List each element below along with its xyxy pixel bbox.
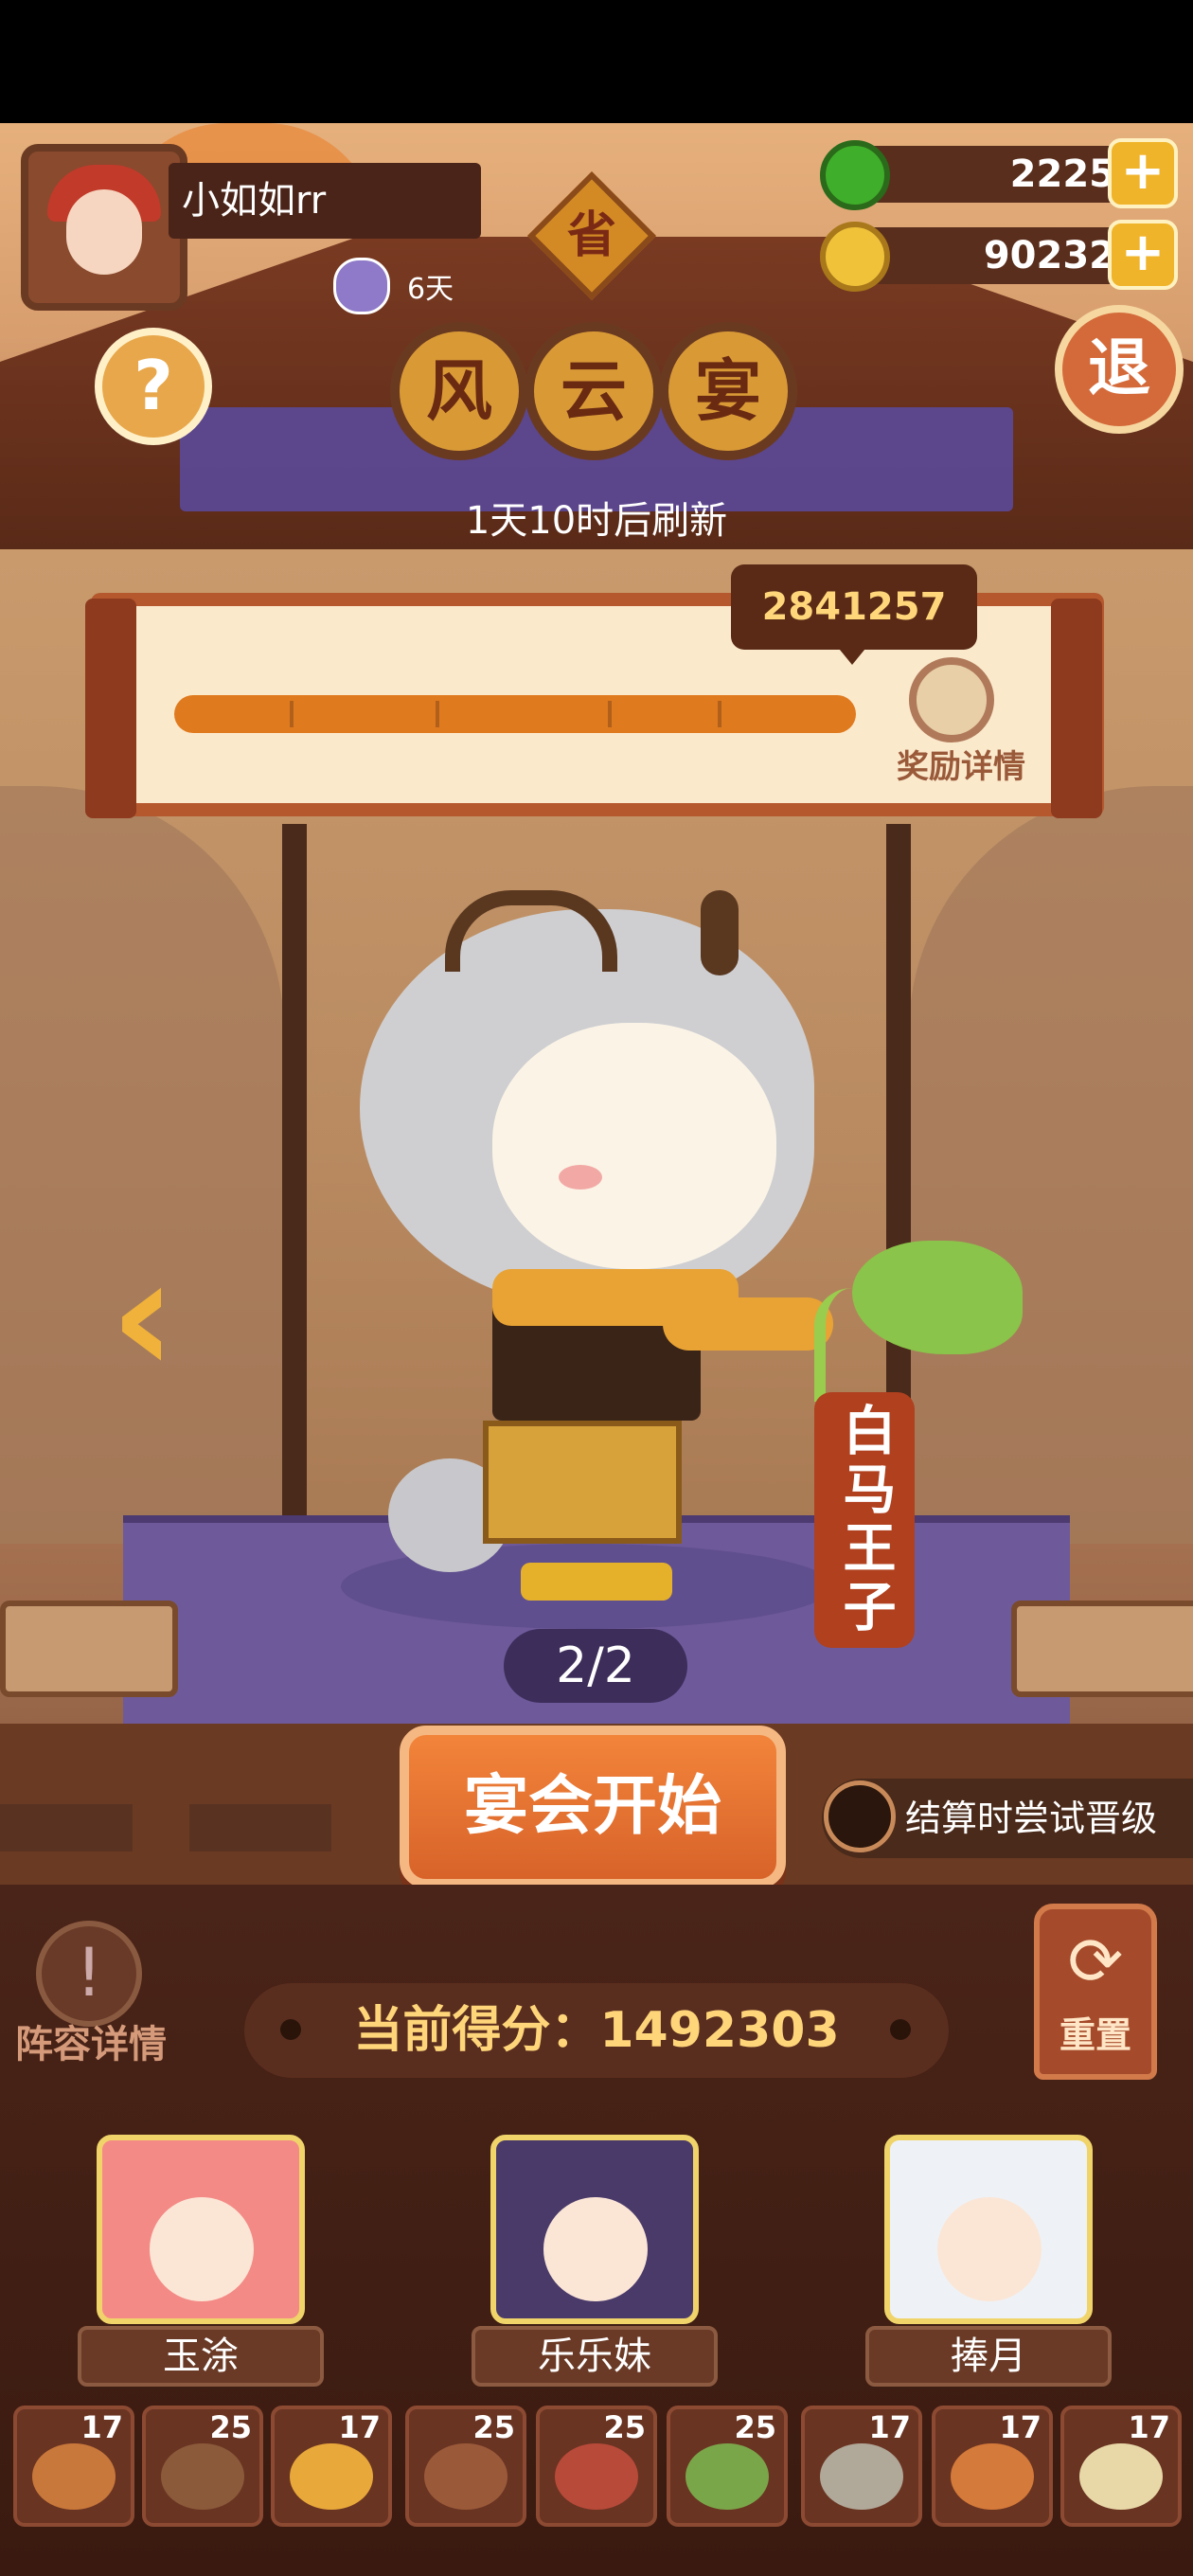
province-label: 省 (566, 207, 616, 264)
dish-count: 17 (80, 2409, 123, 2445)
dish-image (424, 2443, 507, 2510)
province-badge[interactable]: 省 (526, 170, 657, 301)
add-coins-button[interactable]: + (1108, 220, 1178, 290)
dish-image (290, 2443, 373, 2510)
exit-button[interactable]: 退 (1055, 305, 1184, 434)
dish-count: 17 (338, 2409, 381, 2445)
dish-slot[interactable]: 17 (1060, 2406, 1182, 2527)
dish-image (951, 2443, 1034, 2510)
dish-slot[interactable]: 17 (932, 2406, 1053, 2527)
hero-portrait (543, 2197, 648, 2301)
promote-toggle-checkbox[interactable] (824, 1780, 896, 1852)
help-button[interactable]: ? (95, 328, 212, 445)
dish-count: 25 (472, 2409, 515, 2445)
title-char-2: 云 (525, 322, 663, 460)
dish-count: 25 (209, 2409, 252, 2445)
scroll-cap-left (85, 599, 136, 818)
character-face (492, 1023, 776, 1269)
player-name: 小如如rr (169, 163, 481, 239)
calendar-icon (333, 258, 390, 314)
login-days: 6天 (407, 273, 454, 306)
previous-character-arrow-icon[interactable]: ‹ (91, 1236, 195, 1397)
bench-right (1011, 1601, 1193, 1697)
hero-portrait (937, 2197, 1042, 2301)
dish-image (686, 2443, 769, 2510)
hero-card[interactable] (490, 2135, 699, 2324)
curtain-right (909, 786, 1193, 1544)
curtain-left (0, 786, 284, 1544)
dish-count: 17 (1128, 2409, 1170, 2445)
title-char-3: 宴 (659, 322, 797, 460)
coin-icon (820, 222, 890, 292)
reward-details-link[interactable]: 奖励详情 (881, 741, 1042, 787)
antler-right (701, 890, 739, 975)
dish-image (555, 2443, 638, 2510)
hero-name: 捧月 (865, 2326, 1112, 2387)
title-char-1: 风 (390, 322, 528, 460)
dish-slot[interactable]: 25 (142, 2406, 263, 2527)
status-bar (0, 0, 1193, 123)
avatar-face (66, 189, 142, 275)
current-score: 当前得分：1492303 (244, 1983, 949, 2078)
dish-count: 25 (734, 2409, 776, 2445)
current-score-value: 1492303 (599, 2002, 840, 2059)
dish-image (1079, 2443, 1163, 2510)
dish-image (161, 2443, 244, 2510)
lineup-details-button[interactable]: 阵容详情 (6, 2013, 176, 2068)
game-screen: 小如如rr 6天 省 2225 + 90232 + ? 退 风 云 宴 1天10… (0, 0, 1193, 2576)
dish-slot[interactable]: 25 (667, 2406, 788, 2527)
character-name-banner: 白马王子 (814, 1392, 915, 1648)
promote-toggle-label[interactable]: 结算时尝试晋级 (905, 1779, 1193, 1858)
bubble-tip (835, 644, 869, 665)
gem-counter: 2225 (852, 146, 1127, 203)
scroll-cap-right (1051, 599, 1102, 818)
progress-tick (290, 701, 294, 727)
character-arm (663, 1297, 833, 1351)
dish-image (32, 2443, 116, 2510)
hero-card[interactable] (884, 2135, 1093, 2324)
target-score-bubble: 2841257 (731, 564, 977, 650)
decor-stripe (189, 1804, 331, 1852)
decor-stripe (0, 1804, 133, 1852)
dish-slot[interactable]: 25 (536, 2406, 657, 2527)
progress-tick (436, 701, 439, 727)
progress-tick (608, 701, 612, 727)
dish-count: 17 (868, 2409, 911, 2445)
page-indicator: 2/2 (504, 1629, 687, 1703)
dish-slot[interactable]: 17 (13, 2406, 134, 2527)
hero-name: 乐乐妹 (472, 2326, 718, 2387)
magnifier-icon[interactable] (909, 657, 994, 742)
current-score-label: 当前得分： (353, 2002, 600, 2059)
dish-slot[interactable]: 17 (801, 2406, 922, 2527)
bench-left (0, 1601, 178, 1697)
dish-count: 17 (999, 2409, 1042, 2445)
refresh-timer: 1天10时后刷新 (465, 499, 728, 543)
progress-bar (174, 695, 856, 733)
character-skirt (483, 1421, 682, 1544)
character-cheek (559, 1165, 602, 1190)
gem-icon (820, 140, 890, 210)
dish-count: 25 (603, 2409, 646, 2445)
player-avatar[interactable] (21, 144, 187, 311)
progress-tick (718, 701, 721, 727)
dish-slot[interactable]: 17 (271, 2406, 392, 2527)
dish-slot[interactable]: 25 (405, 2406, 526, 2527)
start-banquet-button[interactable]: 宴会开始 (400, 1726, 786, 1888)
coin-counter: 90232 (852, 227, 1127, 284)
refresh-icon: ⟳ (1067, 1923, 1124, 2000)
character-feet (521, 1563, 672, 1601)
add-gems-button[interactable]: + (1108, 138, 1178, 208)
hero-name: 玉涂 (78, 2326, 324, 2387)
pillar-left (282, 824, 307, 1544)
hero-portrait (150, 2197, 254, 2301)
exclamation-icon[interactable]: ! (36, 1921, 142, 2027)
reset-label[interactable]: 重置 (1034, 2006, 1157, 2058)
dish-image (820, 2443, 903, 2510)
hero-card[interactable] (97, 2135, 305, 2324)
